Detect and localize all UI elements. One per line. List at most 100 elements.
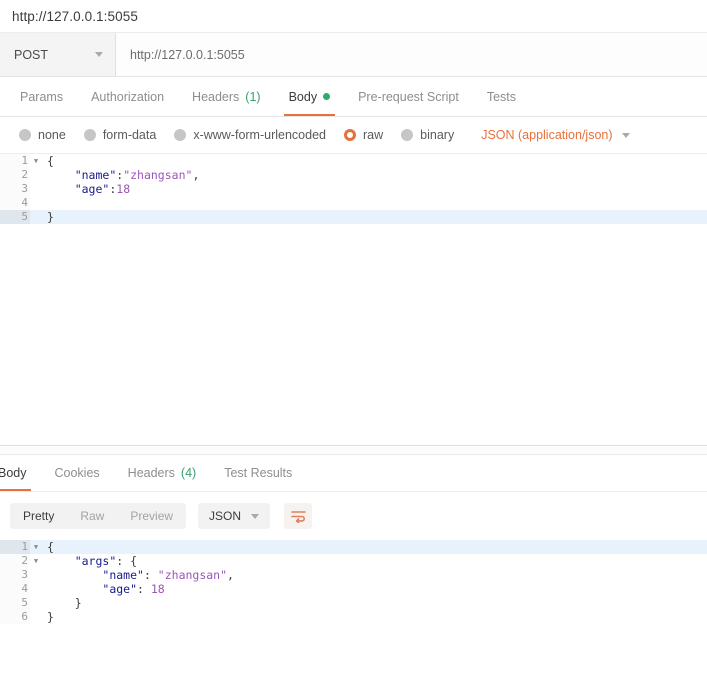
- radio-label: binary: [420, 128, 455, 142]
- body-type-radio-none[interactable]: none: [10, 128, 75, 142]
- line-number: 6: [0, 610, 30, 624]
- chevron-down-icon: [95, 52, 103, 57]
- code-line: 4 "age": 18: [0, 582, 707, 596]
- line-number: 5: [0, 596, 30, 610]
- line-number: 1: [0, 540, 30, 554]
- radio-label: form-data: [102, 128, 157, 142]
- radio-icon: [83, 129, 96, 141]
- code-line: 6}: [0, 610, 707, 624]
- chevron-down-icon: [621, 132, 630, 138]
- request-title-bar: http://127.0.0.1:5055: [0, 0, 707, 33]
- response-toolbar: Pretty Raw Preview JSON: [0, 492, 707, 540]
- request-title: http://127.0.0.1:5055: [12, 8, 138, 24]
- request-tab-authorization[interactable]: Authorization: [77, 77, 178, 116]
- response-view-pretty[interactable]: Pretty: [10, 503, 67, 529]
- response-view-preview[interactable]: Preview: [117, 503, 186, 529]
- response-pane: Body Cookies Headers (4) Test Results Pretty…: [0, 455, 707, 624]
- tab-label: Cookies: [54, 466, 100, 480]
- tab-count-badge: (1): [245, 89, 261, 104]
- body-type-radio-raw[interactable]: raw: [335, 128, 392, 142]
- code-line: 5 }: [0, 596, 707, 610]
- line-number: 2: [0, 554, 30, 568]
- response-tab-bar: Body Cookies Headers (4) Test Results: [0, 455, 707, 492]
- tab-label: Headers: [192, 89, 240, 104]
- content-type-select[interactable]: JSON (application/json): [481, 128, 630, 142]
- code-text: "age":18: [74, 182, 131, 196]
- code-text: }: [47, 210, 54, 224]
- line-number: 3: [0, 182, 30, 196]
- code-text: "args": {: [74, 554, 138, 568]
- radio-icon: [174, 129, 187, 141]
- response-view-raw[interactable]: Raw: [67, 503, 117, 529]
- chevron-down-icon: [251, 513, 260, 519]
- radio-label: x-www-form-urlencoded: [193, 128, 326, 142]
- url-input[interactable]: http://127.0.0.1:5055: [116, 33, 707, 76]
- radio-label: raw: [363, 128, 384, 142]
- body-type-radio-binary[interactable]: binary: [392, 128, 463, 142]
- fold-toggle-icon[interactable]: ▼: [30, 540, 42, 554]
- response-tab-headers[interactable]: Headers (4): [114, 455, 211, 491]
- response-body-editor[interactable]: 1 ▼ {2 ▼ "args": {3 "name": "zhangsan", 4 "a…: [0, 540, 707, 624]
- content-type-label: JSON (application/json): [481, 128, 613, 142]
- word-wrap-button[interactable]: [284, 503, 313, 529]
- tab-label: Tests: [486, 89, 516, 104]
- request-tab-pre-request-script[interactable]: Pre-request Script: [344, 77, 473, 116]
- word-wrap-icon: [290, 510, 306, 523]
- body-present-dot-icon: [323, 93, 331, 100]
- pane-splitter[interactable]: [0, 445, 707, 455]
- code-text: {: [47, 540, 54, 554]
- line-number: 5: [0, 210, 30, 224]
- response-tab-test-results[interactable]: Test Results: [210, 455, 306, 491]
- response-format-label: JSON: [209, 509, 242, 523]
- response-tab-cookies[interactable]: Cookies: [41, 455, 114, 491]
- radio-label: none: [38, 128, 66, 142]
- body-type-radio-x-www-form-urlencoded[interactable]: x-www-form-urlencoded: [165, 128, 335, 142]
- code-text: }: [47, 610, 54, 624]
- code-line: 1 ▼ {: [0, 540, 707, 554]
- tab-label: Params: [20, 89, 64, 104]
- tab-count-badge: (4): [180, 466, 197, 480]
- code-line: 5}: [0, 210, 707, 224]
- tab-label: Test Results: [224, 466, 293, 480]
- code-line: 3 "name": "zhangsan",: [0, 568, 707, 582]
- request-tab-headers[interactable]: Headers (1): [178, 77, 275, 116]
- code-line: 2 "name": "zhangsan",: [0, 168, 707, 182]
- request-tab-tests[interactable]: Tests: [473, 77, 530, 116]
- request-body-editor[interactable]: 1 ▼{2 "name": "zhangsan", 3 "age":18 4 5}: [0, 154, 707, 445]
- http-method-label: POST: [14, 47, 49, 62]
- body-type-radio-form-data[interactable]: form-data: [75, 128, 166, 142]
- tab-label: Authorization: [91, 89, 165, 104]
- radio-icon: [401, 129, 414, 141]
- request-tab-bar: Params Authorization Headers (1) Body Pre-req…: [0, 77, 707, 117]
- fold-toggle-icon[interactable]: ▼: [30, 154, 42, 168]
- radio-icon: [344, 129, 356, 141]
- code-text: {: [47, 154, 54, 168]
- request-tab-body[interactable]: Body: [275, 77, 345, 116]
- code-line: 2 ▼ "args": {: [0, 554, 707, 568]
- code-line: 4: [0, 196, 707, 210]
- tab-label: Pre-request Script: [358, 89, 459, 104]
- line-number: 4: [0, 582, 30, 596]
- url-input-value: http://127.0.0.1:5055: [130, 47, 245, 62]
- response-format-select[interactable]: JSON: [198, 503, 271, 529]
- fold-toggle-icon[interactable]: ▼: [30, 554, 42, 568]
- body-type-row: none form-data x-www-form-urlencoded raw bin…: [0, 117, 707, 154]
- code-line: 3 "age":18: [0, 182, 707, 196]
- code-text: "name": "zhangsan",: [74, 168, 200, 182]
- response-tab-body[interactable]: Body: [0, 455, 41, 491]
- http-method-select[interactable]: POST: [0, 33, 116, 76]
- request-tab-params[interactable]: Params: [6, 77, 77, 116]
- line-number: 2: [0, 168, 30, 182]
- code-line: 1 ▼ {: [0, 154, 707, 168]
- line-number: 1: [0, 154, 30, 168]
- radio-icon: [19, 129, 31, 141]
- tab-label: Headers: [127, 466, 175, 480]
